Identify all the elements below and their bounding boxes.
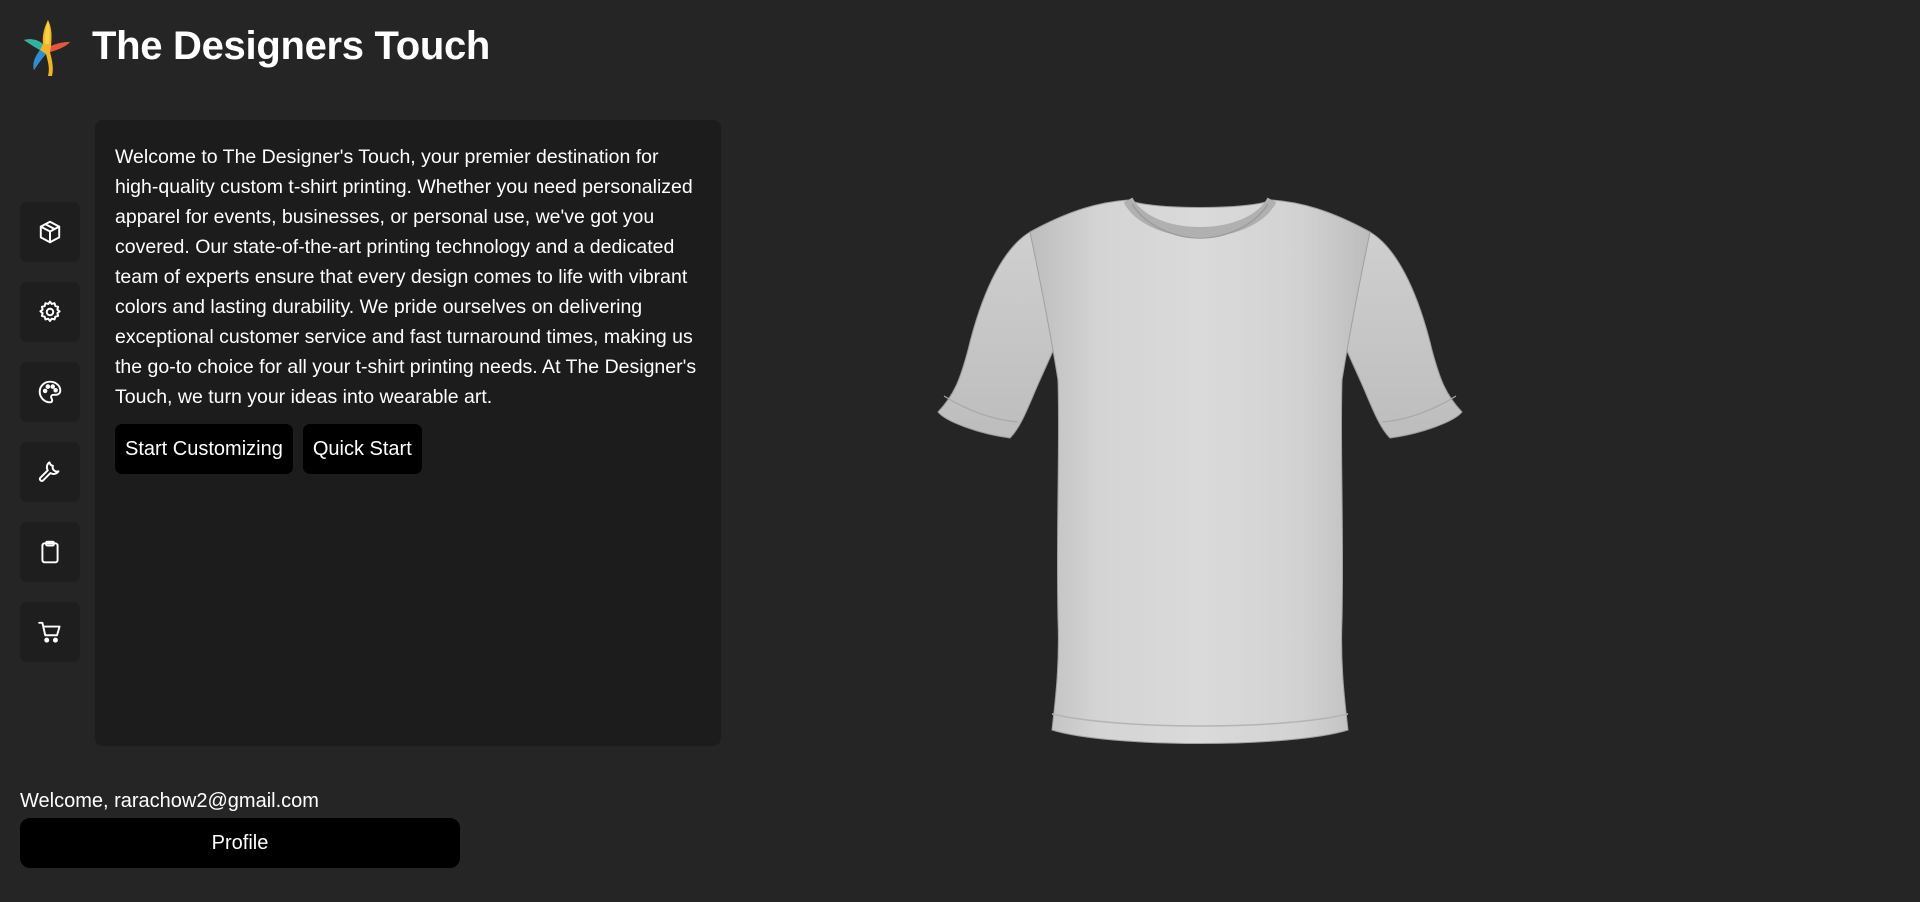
cart-icon [38, 621, 61, 643]
wrench-icon [38, 461, 60, 482]
app-header: The Designers Touch [18, 14, 490, 78]
start-customizing-button[interactable]: Start Customizing [115, 424, 293, 474]
palette-icon [38, 380, 62, 404]
sidebar-item-cart[interactable] [20, 602, 80, 662]
box-icon [39, 220, 61, 244]
app-title: The Designers Touch [92, 24, 491, 68]
intro-panel: Welcome to The Designer's Touch, your pr… [95, 120, 721, 746]
sidebar [20, 202, 80, 682]
sidebar-item-tools[interactable] [20, 442, 80, 502]
quick-start-button[interactable]: Quick Start [302, 424, 422, 474]
sidebar-item-settings[interactable] [20, 282, 80, 342]
clipboard-icon [41, 540, 59, 564]
sidebar-item-palette[interactable] [20, 362, 80, 422]
sidebar-item-clipboard[interactable] [20, 522, 80, 582]
gear-icon [39, 300, 61, 322]
tshirt-preview[interactable] [930, 190, 1470, 750]
bird-logo-icon [24, 20, 70, 76]
profile-button[interactable]: Profile [20, 818, 460, 868]
sidebar-item-box[interactable] [20, 202, 80, 262]
welcome-text: Welcome, rarachow2@gmail.com [20, 790, 319, 812]
intro-actions: Start Customizing Quick Start [115, 424, 701, 474]
intro-text: Welcome to The Designer's Touch, your pr… [115, 146, 697, 408]
tshirt-model [937, 197, 1463, 744]
